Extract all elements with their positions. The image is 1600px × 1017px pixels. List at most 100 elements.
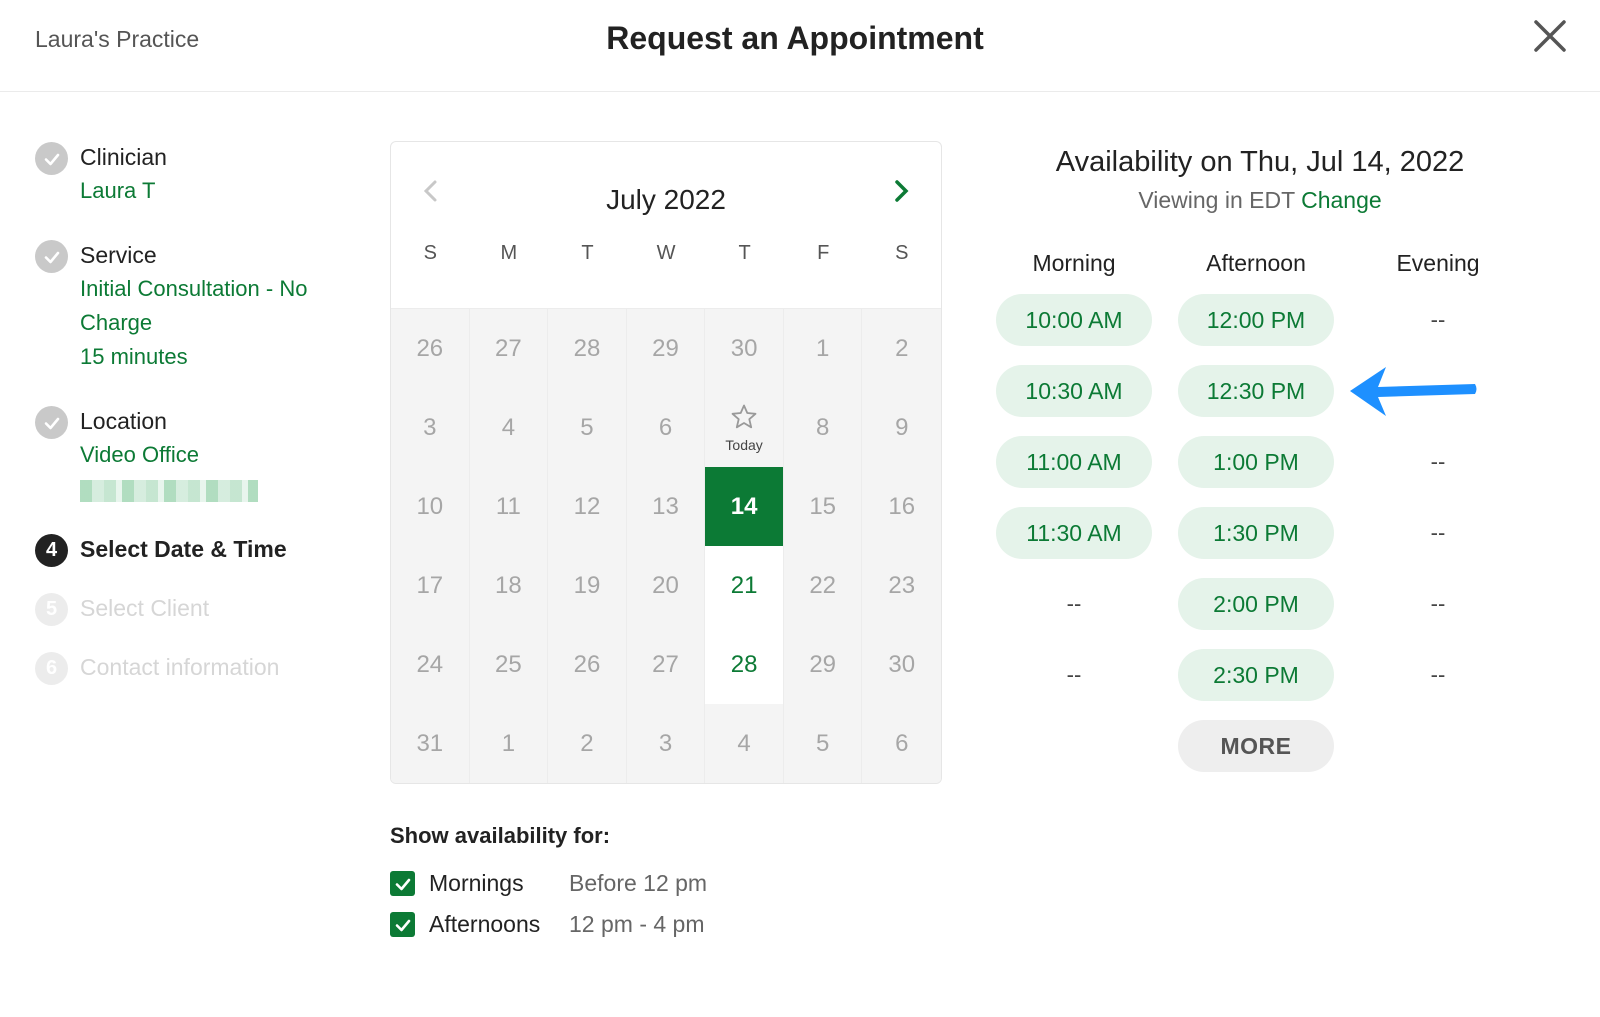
step-2[interactable]: Service Initial Consultation - No Charge 1… xyxy=(35,238,355,374)
day-number: 2 xyxy=(580,729,594,757)
step-5: 5 Select Client xyxy=(35,591,355,626)
weekday-label: T xyxy=(581,242,594,264)
calendar-day: 25 xyxy=(469,625,549,704)
day-number: 28 xyxy=(573,334,601,362)
availability-column-evening: Evening------------ xyxy=(1360,250,1516,720)
no-slot-placeholder: -- xyxy=(1430,591,1446,616)
calendar-week-row: 31 1 2 3 4 5 6 xyxy=(391,703,941,783)
weekday-header-row: SMTWTFS xyxy=(391,242,941,265)
more-times-button[interactable]: MORE xyxy=(1178,720,1334,772)
day-number: 20 xyxy=(652,571,679,599)
day-number: 5 xyxy=(580,413,594,441)
time-slot-button[interactable]: 11:30 AM xyxy=(996,507,1152,559)
calendar-day: 17 xyxy=(391,546,470,625)
filter-afternoons: Afternoons 12 pm - 4 pm xyxy=(390,911,705,938)
calendar-day: 2 xyxy=(862,309,941,388)
no-slot-placeholder: -- xyxy=(1430,662,1446,687)
step-done-check-icon xyxy=(35,240,68,273)
timezone-text: Viewing in EDT xyxy=(1138,187,1295,213)
filter-checkbox[interactable] xyxy=(390,871,415,896)
day-number: 27 xyxy=(495,334,522,362)
day-number: 6 xyxy=(895,729,909,757)
day-number: 30 xyxy=(888,650,916,678)
day-number: 22 xyxy=(809,571,837,599)
no-slot-placeholder: -- xyxy=(1066,662,1082,687)
time-slot-button[interactable]: 10:30 AM xyxy=(996,365,1152,417)
blurred-address-image xyxy=(80,480,258,502)
today-label: Today xyxy=(725,436,763,453)
calendar-day: 12 xyxy=(548,467,627,546)
step-done-check-icon xyxy=(35,406,68,439)
step-3[interactable]: Location Video Office xyxy=(35,404,355,502)
calendar-day: 3 xyxy=(391,388,470,467)
day-number: 17 xyxy=(416,571,444,599)
time-slot-button[interactable]: 11:00 AM xyxy=(996,436,1152,488)
day-number: 26 xyxy=(573,650,601,678)
weekday-label: S xyxy=(423,242,437,264)
no-slot-placeholder: -- xyxy=(1430,307,1446,332)
calendar-day-selected[interactable]: 14 xyxy=(705,467,784,546)
time-slot-button[interactable]: 12:00 PM xyxy=(1178,294,1334,346)
step-1[interactable]: Clinician Laura T xyxy=(35,140,355,208)
next-month-button[interactable] xyxy=(891,176,911,214)
star-icon xyxy=(730,403,758,435)
day-number: 25 xyxy=(495,650,522,678)
calendar-day: 20 xyxy=(626,546,706,625)
day-number: 28 xyxy=(730,650,758,678)
time-slot-button[interactable]: 10:00 AM xyxy=(996,294,1152,346)
calendar-day: 4 xyxy=(705,704,784,783)
day-number: 8 xyxy=(816,413,830,441)
calendar-day[interactable]: 21 xyxy=(705,546,784,625)
step-title: Location xyxy=(80,408,167,434)
calendar-month-label: July 2022 xyxy=(606,184,726,215)
calendar-week-row: 10 11 12 13 14 15 16 xyxy=(391,466,941,546)
calendar-week-row: 24 25 26 27 28 29 30 xyxy=(391,624,941,704)
time-slot-button[interactable]: 12:30 PM xyxy=(1178,365,1334,417)
step-title: Service xyxy=(80,242,157,268)
day-number: 3 xyxy=(658,729,673,757)
weekday-label: M xyxy=(500,242,518,264)
filter-mornings: Mornings Before 12 pm xyxy=(390,870,707,897)
time-slot-button[interactable]: 2:30 PM xyxy=(1178,649,1334,701)
day-number: 9 xyxy=(895,413,909,441)
day-number: 10 xyxy=(416,492,444,520)
day-number: 15 xyxy=(809,492,837,520)
day-number: 18 xyxy=(495,571,522,599)
calendar-day: 1 xyxy=(469,704,549,783)
calendar-week-row: 17 18 19 20 21 22 23 xyxy=(391,545,941,625)
step-done-check-icon xyxy=(35,142,68,175)
day-number: 23 xyxy=(888,571,916,599)
calendar-day: 11 xyxy=(469,467,549,546)
calendar-day: 22 xyxy=(783,546,863,625)
page-title: Request an Appointment xyxy=(606,20,984,56)
time-slot-button[interactable]: 2:00 PM xyxy=(1178,578,1334,630)
step-list: Clinician Laura T Service Initial Consultat… xyxy=(35,140,355,685)
calendar-day: 19 xyxy=(548,546,627,625)
annotation-arrow-icon xyxy=(1350,367,1480,422)
step-number-badge: 4 xyxy=(35,534,68,567)
availability-title: Availability on Thu, Jul 14, 2022 xyxy=(1055,146,1465,178)
calendar-day: 13 xyxy=(626,467,706,546)
weekday-label: S xyxy=(895,242,909,264)
no-slot-placeholder: -- xyxy=(1430,449,1446,474)
calendar-day[interactable]: 28 xyxy=(705,625,784,704)
calendar-day: 24 xyxy=(391,625,470,704)
close-icon[interactable] xyxy=(1532,18,1568,54)
step-4: 4 Select Date & Time xyxy=(35,532,355,567)
calendar-day: 6 xyxy=(862,704,941,783)
filter-label: Mornings xyxy=(429,870,524,896)
filter-checkbox[interactable] xyxy=(390,912,415,937)
day-number: 27 xyxy=(652,650,679,678)
time-slot-button[interactable]: 1:30 PM xyxy=(1178,507,1334,559)
day-number: 26 xyxy=(416,334,444,362)
column-header: Morning xyxy=(1032,250,1116,276)
calendar-day-today: Today xyxy=(705,388,784,467)
calendar-day: 16 xyxy=(862,467,941,546)
step-detail: Laura T xyxy=(80,178,156,203)
day-number: 2 xyxy=(895,334,909,362)
day-number: 21 xyxy=(730,571,758,599)
change-timezone-link[interactable]: Change xyxy=(1301,187,1382,213)
time-slot-button[interactable]: 1:00 PM xyxy=(1178,436,1334,488)
day-number: 29 xyxy=(809,650,837,678)
day-number: 13 xyxy=(652,492,679,520)
